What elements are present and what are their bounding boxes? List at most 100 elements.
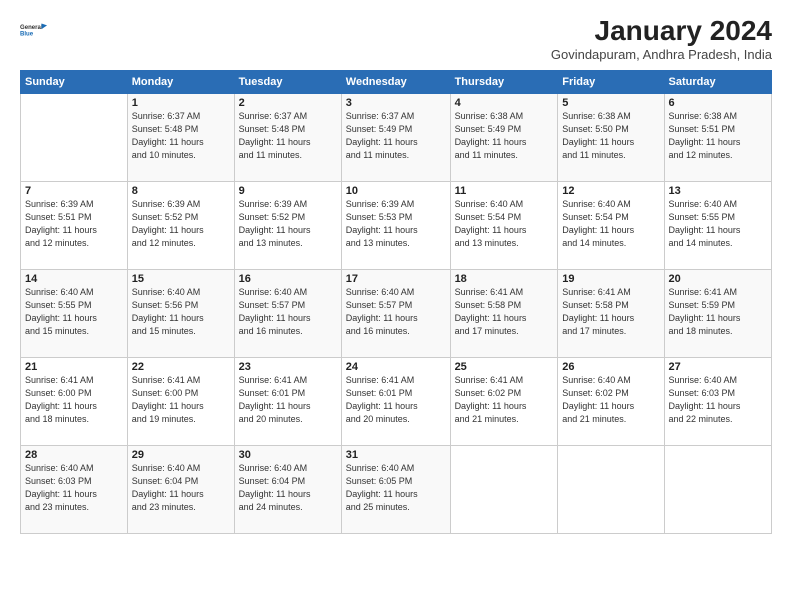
calendar-day-1: 1Sunrise: 6:37 AM Sunset: 5:48 PM Daylig… <box>127 93 234 181</box>
calendar-day-10: 10Sunrise: 6:39 AM Sunset: 5:53 PM Dayli… <box>341 181 450 269</box>
day-info: Sunrise: 6:40 AM Sunset: 5:57 PM Dayligh… <box>239 286 337 338</box>
day-info: Sunrise: 6:40 AM Sunset: 6:03 PM Dayligh… <box>669 374 767 426</box>
day-info: Sunrise: 6:37 AM Sunset: 5:48 PM Dayligh… <box>132 110 230 162</box>
day-info: Sunrise: 6:38 AM Sunset: 5:51 PM Dayligh… <box>669 110 767 162</box>
day-number: 15 <box>132 273 230 285</box>
day-number: 11 <box>455 185 554 197</box>
day-number: 20 <box>669 273 767 285</box>
day-info: Sunrise: 6:40 AM Sunset: 6:04 PM Dayligh… <box>132 462 230 514</box>
day-info: Sunrise: 6:41 AM Sunset: 5:59 PM Dayligh… <box>669 286 767 338</box>
day-info: Sunrise: 6:41 AM Sunset: 6:01 PM Dayligh… <box>239 374 337 426</box>
day-info: Sunrise: 6:39 AM Sunset: 5:53 PM Dayligh… <box>346 198 446 250</box>
day-info: Sunrise: 6:39 AM Sunset: 5:51 PM Dayligh… <box>25 198 123 250</box>
day-number: 3 <box>346 97 446 109</box>
calendar-day-27: 27Sunrise: 6:40 AM Sunset: 6:03 PM Dayli… <box>664 357 771 445</box>
calendar-week-1: 1Sunrise: 6:37 AM Sunset: 5:48 PM Daylig… <box>21 93 772 181</box>
calendar-day-6: 6Sunrise: 6:38 AM Sunset: 5:51 PM Daylig… <box>664 93 771 181</box>
calendar-day-22: 22Sunrise: 6:41 AM Sunset: 6:00 PM Dayli… <box>127 357 234 445</box>
svg-text:General: General <box>20 25 43 31</box>
day-info: Sunrise: 6:41 AM Sunset: 5:58 PM Dayligh… <box>562 286 659 338</box>
page: GeneralBlue January 2024 Govindapuram, A… <box>0 0 792 612</box>
calendar-empty <box>21 93 128 181</box>
day-info: Sunrise: 6:40 AM Sunset: 6:02 PM Dayligh… <box>562 374 659 426</box>
calendar-day-3: 3Sunrise: 6:37 AM Sunset: 5:49 PM Daylig… <box>341 93 450 181</box>
day-number: 21 <box>25 361 123 373</box>
calendar-day-21: 21Sunrise: 6:41 AM Sunset: 6:00 PM Dayli… <box>21 357 128 445</box>
svg-text:Blue: Blue <box>20 32 34 38</box>
day-number: 16 <box>239 273 337 285</box>
calendar-header-wednesday: Wednesday <box>341 70 450 93</box>
calendar-day-19: 19Sunrise: 6:41 AM Sunset: 5:58 PM Dayli… <box>558 269 664 357</box>
day-number: 26 <box>562 361 659 373</box>
day-info: Sunrise: 6:40 AM Sunset: 5:57 PM Dayligh… <box>346 286 446 338</box>
day-info: Sunrise: 6:39 AM Sunset: 5:52 PM Dayligh… <box>239 198 337 250</box>
calendar-day-18: 18Sunrise: 6:41 AM Sunset: 5:58 PM Dayli… <box>450 269 558 357</box>
calendar-day-2: 2Sunrise: 6:37 AM Sunset: 5:48 PM Daylig… <box>234 93 341 181</box>
day-number: 19 <box>562 273 659 285</box>
day-number: 27 <box>669 361 767 373</box>
calendar-day-12: 12Sunrise: 6:40 AM Sunset: 5:54 PM Dayli… <box>558 181 664 269</box>
calendar-day-9: 9Sunrise: 6:39 AM Sunset: 5:52 PM Daylig… <box>234 181 341 269</box>
day-number: 7 <box>25 185 123 197</box>
day-number: 1 <box>132 97 230 109</box>
day-number: 2 <box>239 97 337 109</box>
day-number: 18 <box>455 273 554 285</box>
header: GeneralBlue January 2024 Govindapuram, A… <box>20 16 772 62</box>
calendar-day-15: 15Sunrise: 6:40 AM Sunset: 5:56 PM Dayli… <box>127 269 234 357</box>
logo-icon: GeneralBlue <box>20 16 48 44</box>
calendar-header-thursday: Thursday <box>450 70 558 93</box>
month-title: January 2024 <box>551 16 772 47</box>
calendar-week-3: 14Sunrise: 6:40 AM Sunset: 5:55 PM Dayli… <box>21 269 772 357</box>
day-info: Sunrise: 6:39 AM Sunset: 5:52 PM Dayligh… <box>132 198 230 250</box>
calendar-day-29: 29Sunrise: 6:40 AM Sunset: 6:04 PM Dayli… <box>127 445 234 533</box>
day-number: 12 <box>562 185 659 197</box>
calendar-empty <box>450 445 558 533</box>
calendar-day-24: 24Sunrise: 6:41 AM Sunset: 6:01 PM Dayli… <box>341 357 450 445</box>
day-info: Sunrise: 6:40 AM Sunset: 6:03 PM Dayligh… <box>25 462 123 514</box>
day-number: 14 <box>25 273 123 285</box>
title-section: January 2024 Govindapuram, Andhra Prades… <box>551 16 772 62</box>
day-info: Sunrise: 6:40 AM Sunset: 5:55 PM Dayligh… <box>25 286 123 338</box>
day-number: 10 <box>346 185 446 197</box>
calendar-header-saturday: Saturday <box>664 70 771 93</box>
calendar-day-17: 17Sunrise: 6:40 AM Sunset: 5:57 PM Dayli… <box>341 269 450 357</box>
day-info: Sunrise: 6:40 AM Sunset: 5:54 PM Dayligh… <box>562 198 659 250</box>
day-number: 5 <box>562 97 659 109</box>
day-info: Sunrise: 6:41 AM Sunset: 6:00 PM Dayligh… <box>25 374 123 426</box>
day-number: 22 <box>132 361 230 373</box>
day-info: Sunrise: 6:40 AM Sunset: 6:05 PM Dayligh… <box>346 462 446 514</box>
day-number: 8 <box>132 185 230 197</box>
calendar-header-row: SundayMondayTuesdayWednesdayThursdayFrid… <box>21 70 772 93</box>
calendar-header-tuesday: Tuesday <box>234 70 341 93</box>
calendar-week-2: 7Sunrise: 6:39 AM Sunset: 5:51 PM Daylig… <box>21 181 772 269</box>
day-info: Sunrise: 6:41 AM Sunset: 6:00 PM Dayligh… <box>132 374 230 426</box>
day-number: 9 <box>239 185 337 197</box>
day-number: 25 <box>455 361 554 373</box>
calendar-day-23: 23Sunrise: 6:41 AM Sunset: 6:01 PM Dayli… <box>234 357 341 445</box>
calendar-empty <box>558 445 664 533</box>
calendar-day-7: 7Sunrise: 6:39 AM Sunset: 5:51 PM Daylig… <box>21 181 128 269</box>
day-info: Sunrise: 6:41 AM Sunset: 6:02 PM Dayligh… <box>455 374 554 426</box>
calendar-day-16: 16Sunrise: 6:40 AM Sunset: 5:57 PM Dayli… <box>234 269 341 357</box>
location: Govindapuram, Andhra Pradesh, India <box>551 47 772 62</box>
day-number: 4 <box>455 97 554 109</box>
calendar-week-4: 21Sunrise: 6:41 AM Sunset: 6:00 PM Dayli… <box>21 357 772 445</box>
logo: GeneralBlue <box>20 16 48 44</box>
calendar-day-31: 31Sunrise: 6:40 AM Sunset: 6:05 PM Dayli… <box>341 445 450 533</box>
day-number: 24 <box>346 361 446 373</box>
day-info: Sunrise: 6:37 AM Sunset: 5:48 PM Dayligh… <box>239 110 337 162</box>
calendar-day-5: 5Sunrise: 6:38 AM Sunset: 5:50 PM Daylig… <box>558 93 664 181</box>
calendar-header-sunday: Sunday <box>21 70 128 93</box>
calendar-day-4: 4Sunrise: 6:38 AM Sunset: 5:49 PM Daylig… <box>450 93 558 181</box>
day-number: 17 <box>346 273 446 285</box>
day-info: Sunrise: 6:40 AM Sunset: 5:54 PM Dayligh… <box>455 198 554 250</box>
day-number: 31 <box>346 449 446 461</box>
day-info: Sunrise: 6:40 AM Sunset: 6:04 PM Dayligh… <box>239 462 337 514</box>
day-info: Sunrise: 6:41 AM Sunset: 6:01 PM Dayligh… <box>346 374 446 426</box>
calendar-day-8: 8Sunrise: 6:39 AM Sunset: 5:52 PM Daylig… <box>127 181 234 269</box>
day-info: Sunrise: 6:38 AM Sunset: 5:49 PM Dayligh… <box>455 110 554 162</box>
calendar-day-13: 13Sunrise: 6:40 AM Sunset: 5:55 PM Dayli… <box>664 181 771 269</box>
day-info: Sunrise: 6:38 AM Sunset: 5:50 PM Dayligh… <box>562 110 659 162</box>
day-number: 13 <box>669 185 767 197</box>
calendar-empty <box>664 445 771 533</box>
